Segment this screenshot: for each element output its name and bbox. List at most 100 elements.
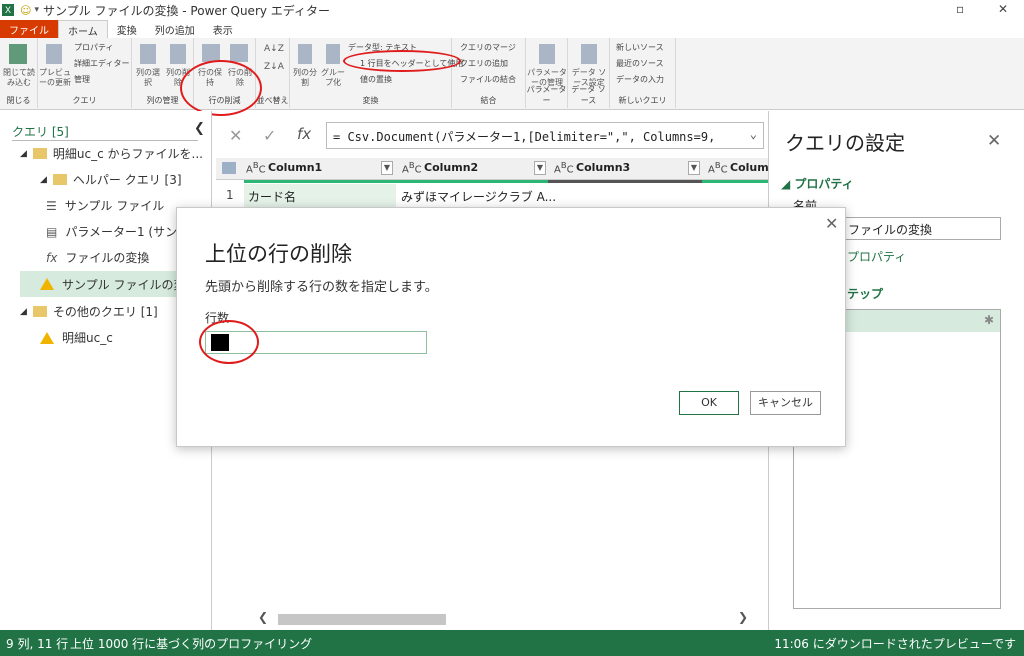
split-column-icon bbox=[298, 44, 312, 64]
group-label: クエリ bbox=[72, 96, 97, 105]
group-label: パラメーター bbox=[526, 85, 567, 105]
table-menu-icon[interactable] bbox=[222, 162, 236, 174]
new-query-group: 新しいソース 最近のソース データの入力 新しいクエリ bbox=[610, 38, 676, 108]
highlight-circle bbox=[199, 320, 259, 364]
group-by-icon bbox=[326, 44, 340, 64]
cancel-button[interactable]: キャンセル bbox=[750, 391, 821, 415]
sort-desc-icon[interactable]: Z↓A bbox=[264, 62, 284, 72]
folder-icon bbox=[52, 174, 67, 185]
restore-icon[interactable]: ▫ bbox=[956, 2, 964, 16]
sample-file-item[interactable]: ☰ サンプル ファイル bbox=[46, 197, 164, 214]
column-header[interactable]: Column3 bbox=[576, 161, 630, 174]
tab-view[interactable]: 表示 bbox=[204, 20, 242, 38]
group-label: 変換 bbox=[362, 96, 379, 105]
close-dialog-icon[interactable]: ✕ bbox=[825, 214, 838, 233]
query-group: プレビューの更新 プロパティ 詳細エディター 管理 クエリ bbox=[38, 38, 132, 108]
highlight-circle bbox=[180, 60, 262, 116]
enter-data-button[interactable]: データの入力 bbox=[616, 74, 664, 85]
datasource-group: データ ソース設定 データ ソース bbox=[568, 38, 610, 108]
text-type-icon[interactable]: ABC bbox=[554, 160, 574, 175]
column-header-row: ABC Column1 ▼ ABC Column2 ▼ ABC Column3 … bbox=[216, 158, 777, 180]
append-queries-button[interactable]: クエリの追加 bbox=[460, 58, 508, 69]
parameters-group: パラメーターの管理 パラメーター bbox=[526, 38, 568, 108]
window-title: サンプル ファイルの変換 - Power Query エディター bbox=[43, 3, 330, 18]
replace-values-button[interactable]: 値の置換 bbox=[360, 74, 392, 85]
column-header[interactable]: Column2 bbox=[424, 161, 478, 174]
new-source-button[interactable]: 新しいソース bbox=[616, 42, 664, 53]
excel-icon: X bbox=[2, 4, 14, 16]
merge-queries-button[interactable]: クエリのマージ bbox=[460, 42, 516, 53]
sort-group: A↓Z Z↓A 並べ替え bbox=[256, 38, 290, 108]
status-dimensions: 9 列, 11 行 bbox=[6, 637, 69, 651]
close-window-icon[interactable]: ✕ bbox=[998, 2, 1008, 16]
status-bar: 9 列, 11 行 上位 1000 行に基づく列のプロファイリング 11:06 … bbox=[0, 630, 1024, 656]
folder-icon bbox=[32, 306, 47, 317]
horizontal-scrollbar[interactable]: ❮ ❯ bbox=[258, 610, 748, 628]
undo-icon[interactable]: ☺ bbox=[20, 4, 31, 17]
qat-dropdown-icon[interactable]: ▾ bbox=[34, 5, 39, 15]
text-type-icon[interactable]: ABC bbox=[708, 160, 728, 175]
split-column-button[interactable]: 列の分割 bbox=[292, 68, 318, 88]
column-filter-dropdown[interactable]: ▼ bbox=[688, 161, 700, 175]
remove-top-rows-dialog: ✕ 上位の行の削除 先頭から削除する行の数を指定します。 行数 OK キャンセル bbox=[176, 207, 846, 447]
transform-group: 列の分割 グループ化 データ型: テキスト 1 行目をヘッダーとして使用 値の置… bbox=[290, 38, 463, 108]
transform-file-item[interactable]: fx ファイルの変換 bbox=[46, 249, 149, 266]
text-type-icon[interactable]: ABC bbox=[246, 160, 266, 175]
recent-sources-button[interactable]: 最近のソース bbox=[616, 58, 664, 69]
group-label: データ ソース bbox=[571, 85, 606, 105]
warning-icon bbox=[40, 331, 54, 344]
tab-file[interactable]: ファイル bbox=[0, 20, 58, 38]
properties-button[interactable]: プロパティ bbox=[74, 42, 114, 53]
dialog-description: 先頭から削除する行の数を指定します。 bbox=[205, 280, 438, 295]
title-bar: X ☺ ▾ サンプル ファイルの変換 - Power Query エディター ▫… bbox=[0, 0, 1024, 20]
tab-home[interactable]: ホーム bbox=[58, 20, 108, 38]
confirm-formula-icon[interactable]: ✓ bbox=[263, 126, 276, 145]
applied-steps-header: テップ bbox=[847, 287, 884, 301]
warning-icon bbox=[40, 278, 54, 290]
column-filter-dropdown[interactable]: ▼ bbox=[381, 161, 393, 175]
meisai-item[interactable]: 明細uc_c bbox=[40, 329, 113, 346]
close-group: 閉じて読み込む 閉じる bbox=[0, 38, 38, 108]
highlight-circle bbox=[343, 50, 461, 72]
chevron-down-icon[interactable]: ⌄ bbox=[750, 127, 757, 141]
fx-icon: fx bbox=[297, 125, 312, 143]
manage-button[interactable]: 管理 bbox=[74, 74, 90, 85]
tab-transform[interactable]: 変換 bbox=[108, 20, 146, 38]
close-load-button[interactable]: 閉じて読み込む bbox=[2, 68, 36, 88]
function-icon: fx bbox=[46, 250, 58, 265]
ribbon-tabs: ファイル ホーム 変換 列の追加 表示 bbox=[0, 20, 1024, 38]
parameter1-item[interactable]: ▤ パラメーター1 (サン bbox=[46, 223, 177, 240]
other-queries-item[interactable]: ◢ その他のクエリ [1] bbox=[20, 303, 158, 320]
cell[interactable]: みずほマイレージクラブ A... bbox=[401, 188, 556, 205]
combine-files-button[interactable]: ファイルの結合 bbox=[460, 74, 516, 85]
group-label: 結合 bbox=[480, 96, 497, 105]
datasource-icon bbox=[581, 44, 597, 64]
formula-bar[interactable]: = Csv.Document(パラメーター1,[Delimiter=",", C… bbox=[326, 122, 764, 149]
parameter-icon: ▤ bbox=[46, 224, 58, 239]
ribbon: 閉じて読み込む 閉じる プレビューの更新 プロパティ 詳細エディター 管理 クエ… bbox=[0, 38, 1024, 110]
helper-queries-item[interactable]: ◢ ヘルパー クエリ [3] bbox=[40, 171, 182, 188]
column-header[interactable]: Column1 bbox=[268, 161, 322, 174]
group-by-button[interactable]: グループ化 bbox=[320, 68, 346, 88]
query-group-item[interactable]: ◢ 明細uc_c からファイルを... bbox=[20, 145, 203, 162]
column-filter-dropdown[interactable]: ▼ bbox=[534, 161, 546, 175]
collapse-pane-icon[interactable]: ❮ bbox=[194, 121, 205, 136]
cell[interactable]: カード名 bbox=[248, 188, 296, 205]
ok-button[interactable]: OK bbox=[679, 391, 739, 415]
all-properties-link[interactable]: プロパティ bbox=[847, 248, 906, 265]
group-label: 新しいクエリ bbox=[618, 96, 667, 105]
select-columns-button[interactable]: 列の選択 bbox=[134, 68, 162, 88]
table-row[interactable]: 1 カード名 みずほマイレージクラブ A... bbox=[216, 184, 768, 208]
text-type-icon[interactable]: ABC bbox=[402, 160, 422, 175]
sort-asc-icon[interactable]: A↓Z bbox=[264, 44, 284, 54]
advanced-editor-button[interactable]: 詳細エディター bbox=[74, 58, 129, 69]
queries-header: クエリ [5] bbox=[12, 125, 69, 139]
tab-add-column[interactable]: 列の追加 bbox=[146, 20, 204, 38]
group-label: 並べ替え bbox=[256, 96, 289, 105]
select-columns-icon bbox=[140, 44, 156, 64]
close-pane-icon[interactable]: ✕ bbox=[987, 131, 1001, 151]
gear-icon[interactable]: ✱ bbox=[984, 313, 994, 327]
params-icon bbox=[539, 44, 555, 64]
cancel-formula-icon[interactable]: ✕ bbox=[229, 126, 242, 145]
refresh-preview-button[interactable]: プレビューの更新 bbox=[38, 68, 72, 88]
